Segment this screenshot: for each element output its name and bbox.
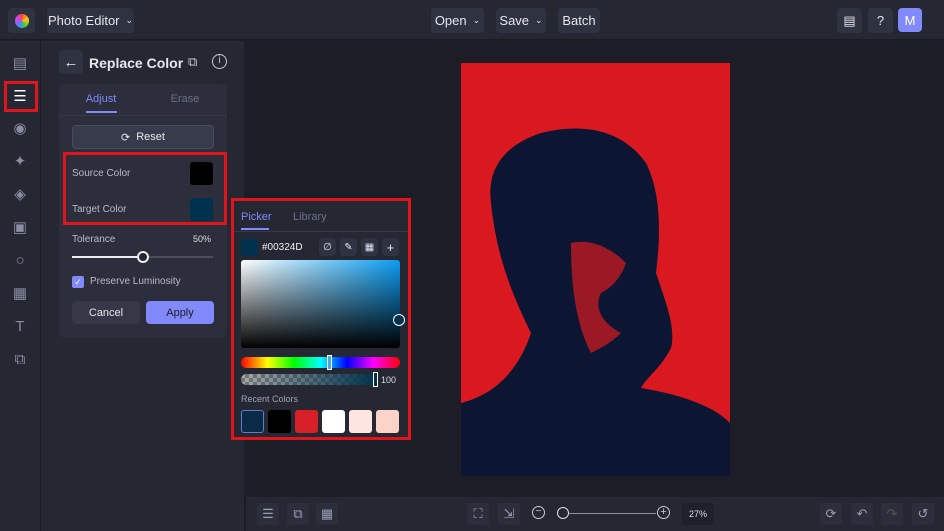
app-logo-icon[interactable] [8,8,35,33]
color-picker-popup: Picker Library #00324D ∅ ✎ ▦ + 100 Recen… [231,198,411,440]
tab-erase[interactable]: Erase [143,84,227,114]
grid-view-icon[interactable]: ▦ [316,503,338,525]
chevron-down-icon: ⌄ [535,15,543,25]
highlight-colors [63,152,227,225]
photo-image[interactable] [461,63,730,476]
zoom-value[interactable]: 27% [682,503,714,525]
info-icon[interactable]: i [212,54,227,69]
preserve-luminosity-label: Preserve Luminosity [90,276,181,287]
saturation-handle[interactable] [393,314,405,326]
bottom-toolbar: ☰ ⧉ ▦ ⛶ ⇲ − + 27% ⟳ ↶ ↷ ↺ [246,497,944,531]
zoom-out-icon[interactable]: − [532,506,545,519]
top-bar: Photo Editor ⌄ Open ⌄ Save ⌄ Batch ▤ ? M [0,0,944,40]
chevron-down-icon: ⌄ [472,15,481,25]
tool-rail: ▤ ☰ ◉ ✦ ◈ ▣ ○ ▦ T ⧉ [0,41,41,531]
tab-underline [86,111,117,113]
grid-icon[interactable]: ▦ [361,238,378,256]
hex-input[interactable]: #00324D [262,242,303,253]
highlight-adjust-tool [4,81,38,112]
hue-handle[interactable] [327,355,332,370]
layers-overlay-icon[interactable]: ⧉ [10,350,30,370]
tab-adjust[interactable]: Adjust [59,84,143,114]
replace-color-panel: ← Replace Color ⧉ i Adjust Erase ⟳ Reset … [41,41,245,531]
slider-thumb[interactable] [136,251,149,263]
reset-label: Reset [136,131,165,143]
recent-color-swatch[interactable] [295,410,318,433]
no-color-icon[interactable]: ∅ [319,238,336,256]
feedback-icon[interactable]: ▤ [837,8,862,33]
avatar-initial: M [904,12,916,28]
eyedropper-icon[interactable]: ✎ [340,238,357,256]
duplicate-icon[interactable]: ⧉ [287,503,309,525]
sparkle-icon[interactable]: ✦ [10,152,30,172]
zoom-slider[interactable] [557,507,656,519]
apply-button[interactable]: Apply [146,301,214,324]
reset-button[interactable]: ⟳ Reset [72,125,214,149]
save-button[interactable]: Save ⌄ [496,8,546,33]
app-title: Photo Editor [47,13,120,28]
tab-picker[interactable]: Picker [241,211,272,223]
recent-color-swatch[interactable] [268,410,291,433]
opacity-handle[interactable] [373,372,378,387]
avatar[interactable]: M [898,8,922,32]
help-icon[interactable]: ? [868,8,893,33]
opacity-slider[interactable] [241,372,378,387]
image-icon[interactable]: ▤ [10,54,30,74]
recent-color-swatch[interactable] [376,410,399,433]
tab-library[interactable]: Library [293,211,327,223]
shrink-icon[interactable]: ⇲ [498,503,520,525]
reset-icon: ⟳ [121,131,131,144]
current-color-swatch [241,239,258,256]
opacity-value: 100 [381,375,397,385]
undo-icon[interactable]: ↶ [851,503,873,525]
hue-slider[interactable] [241,355,400,370]
tolerance-label: Tolerance [72,234,116,245]
preserve-luminosity-checkbox[interactable]: ✓ [72,276,84,288]
batch-label: Batch [562,13,596,28]
layers-icon[interactable]: ☰ [257,503,279,525]
fit-screen-icon[interactable]: ⛶ [467,503,489,525]
palette-icon[interactable]: ◈ [10,185,30,205]
shapes-icon[interactable]: ○ [10,251,30,271]
text-icon[interactable]: T [10,317,30,337]
panel-title: Replace Color [89,55,184,71]
batch-button[interactable]: Batch [558,8,600,33]
tolerance-slider[interactable] [72,251,213,263]
app-menu-button[interactable]: Photo Editor ⌄ [47,8,134,33]
saturation-field[interactable] [241,260,405,348]
open-button[interactable]: Open ⌄ [431,8,484,33]
open-label: Open [434,13,467,28]
texture-icon[interactable]: ▦ [10,284,30,304]
tab-underline [241,228,269,230]
back-arrow-icon[interactable]: ← [59,50,83,74]
rotate-icon[interactable]: ⟳ [820,503,842,525]
eye-icon[interactable]: ◉ [10,119,30,139]
recent-color-swatch[interactable] [349,410,372,433]
tolerance-value: 50% [193,234,212,244]
save-label: Save [499,13,530,28]
add-color-icon[interactable]: + [382,238,399,256]
zoom-in-icon[interactable]: + [657,506,670,519]
history-icon[interactable]: ↺ [912,503,934,525]
cancel-button[interactable]: Cancel [72,301,140,324]
zoom-thumb[interactable] [557,507,569,519]
recent-color-swatch[interactable] [322,410,345,433]
redo-icon[interactable]: ↷ [881,503,903,525]
chevron-down-icon: ⌄ [125,15,134,25]
recent-colors-label: Recent Colors [241,394,299,404]
recent-color-swatch[interactable] [241,410,264,433]
frame-icon[interactable]: ▣ [10,218,30,238]
copy-layer-icon[interactable]: ⧉ [188,54,197,70]
